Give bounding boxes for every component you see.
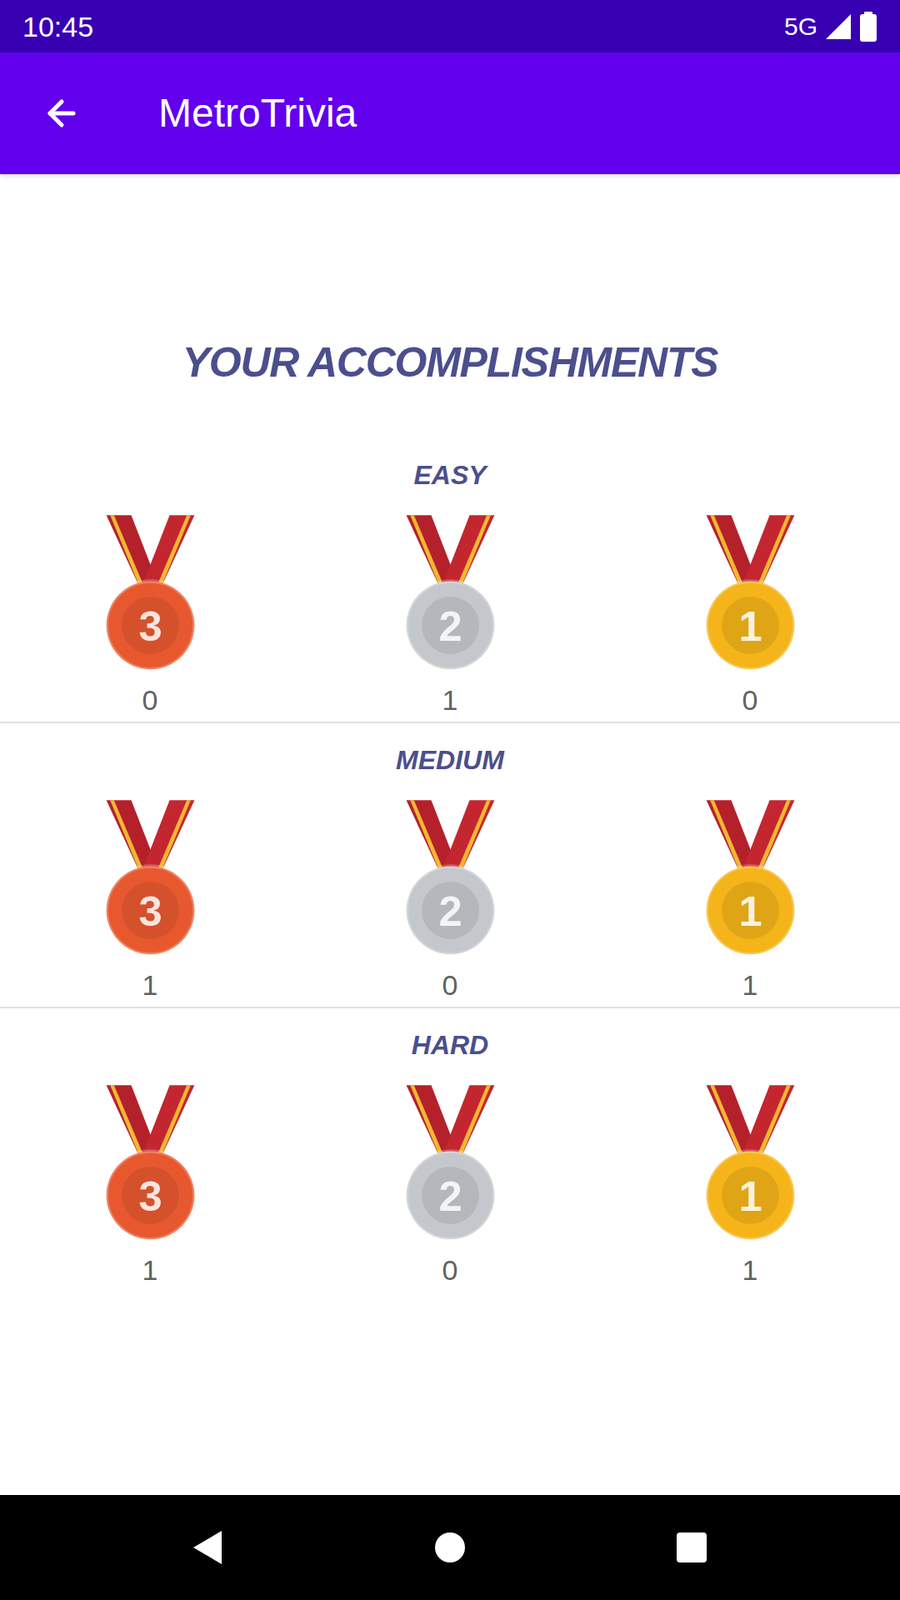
back-nav-icon[interactable] [191,1529,225,1566]
medal-icon: 3 [102,1085,199,1244]
medal-count: 0 [742,683,759,717]
svg-text:3: 3 [138,602,162,650]
svg-text:3: 3 [138,887,162,935]
status-time: 10:45 [22,10,94,44]
status-icons: 5G [784,11,878,42]
medal-row: 302110 [0,515,900,717]
medal-icon: 2 [402,515,499,674]
medal-row: 312011 [0,1085,900,1287]
medal-item: 21 [300,515,600,717]
medal-item: 11 [600,1085,900,1287]
medal-count: 1 [742,968,759,1002]
svg-text:1: 1 [738,602,762,650]
back-button[interactable] [41,93,82,134]
medal-item: 11 [600,800,900,1002]
navigation-bar [0,1495,900,1600]
medal-icon: 1 [702,800,799,959]
medal-item: 20 [300,1085,600,1287]
medal-count: 1 [142,968,159,1002]
medal-item: 31 [0,1085,300,1287]
svg-text:1: 1 [738,887,762,935]
signal-icon [824,12,853,41]
content: YOUR ACCOMPLISHMENTSEASY302110MEDIUM3120… [0,174,900,1495]
medal-count: 1 [142,1253,159,1287]
medal-icon: 2 [402,1085,499,1244]
svg-text:2: 2 [438,1172,462,1220]
medal-icon: 2 [402,800,499,959]
recents-nav-icon[interactable] [675,1530,709,1565]
home-nav-icon[interactable] [433,1530,467,1565]
status-bar: 10:45 5G [0,0,900,53]
battery-icon [859,11,878,42]
difficulty-section: EASY302110 [0,438,900,724]
app-bar: MetroTrivia [0,52,900,175]
medal-item: 30 [0,515,300,717]
medal-icon: 1 [702,1085,799,1244]
medal-count: 0 [142,683,159,717]
medal-count: 0 [442,1253,459,1287]
svg-text:3: 3 [138,1172,162,1220]
page-heading: YOUR ACCOMPLISHMENTS [0,335,900,390]
medal-item: 31 [0,800,300,1002]
medal-count: 1 [442,683,459,717]
medal-row: 312011 [0,800,900,1002]
svg-text:2: 2 [438,887,462,935]
difficulty-label: MEDIUM [0,743,900,777]
app-title: MetroTrivia [158,90,357,137]
medal-icon: 1 [702,515,799,674]
medal-item: 20 [300,800,600,1002]
back-arrow-icon [41,93,82,134]
network-label: 5G [784,11,818,42]
difficulty-label: EASY [0,458,900,492]
medal-count: 0 [442,968,459,1002]
medal-item: 10 [600,515,900,717]
medal-icon: 3 [102,800,199,959]
difficulty-label: HARD [0,1028,900,1062]
svg-text:1: 1 [738,1172,762,1220]
difficulty-section: MEDIUM312011 [0,723,900,1009]
svg-text:2: 2 [438,602,462,650]
medal-count: 1 [742,1253,759,1287]
medal-icon: 3 [102,515,199,674]
screen: 10:45 5G MetroTrivia YOUR ACCOMPLISHMENTS EA… [0,0,900,1600]
difficulty-section: HARD312011 [0,1008,900,1292]
